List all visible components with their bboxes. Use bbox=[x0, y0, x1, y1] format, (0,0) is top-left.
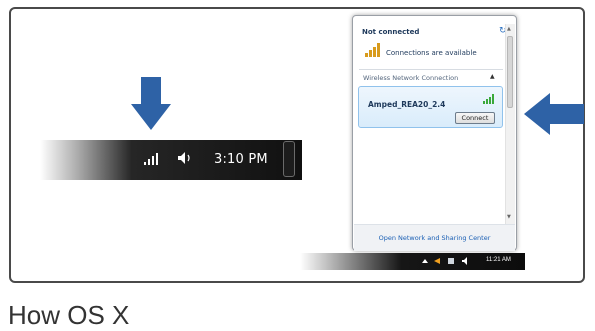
volume-icon[interactable] bbox=[462, 257, 467, 265]
network-flyout: Not connected ↻ Connections are availabl… bbox=[352, 15, 517, 251]
show-desktop-button[interactable] bbox=[283, 141, 295, 177]
network-sharing-center-link[interactable]: Open Network and Sharing Center bbox=[354, 234, 515, 242]
network-list-item[interactable]: Amped_REA20_2.4 Connect bbox=[358, 86, 503, 128]
scroll-down-icon[interactable]: ▼ bbox=[507, 214, 511, 220]
pointer-arrow-down-icon bbox=[131, 77, 171, 130]
divider bbox=[359, 69, 503, 70]
speaker-icon[interactable] bbox=[177, 151, 193, 165]
scrollbar[interactable]: ▲ ▼ bbox=[505, 24, 515, 224]
caption-heading: How OS X bbox=[8, 300, 130, 330]
network-ssid: Amped_REA20_2.4 bbox=[368, 100, 446, 109]
signal-strength-icon bbox=[483, 94, 494, 104]
pointer-arrow-left-icon bbox=[524, 93, 584, 135]
taskbar: 3:10 PM bbox=[40, 140, 302, 180]
flyout-footer: Open Network and Sharing Center bbox=[354, 224, 515, 251]
tray-icons bbox=[422, 257, 467, 265]
signal-bars-icon[interactable] bbox=[144, 151, 162, 165]
available-networks-icon bbox=[365, 43, 380, 57]
scroll-thumb[interactable] bbox=[507, 36, 513, 108]
taskbar-small: 11:21 AM bbox=[300, 253, 525, 270]
availability-text: Connections are available bbox=[386, 49, 477, 57]
section-label: Wireless Network Connection bbox=[363, 74, 459, 82]
connect-button[interactable]: Connect bbox=[455, 112, 495, 124]
network-icon[interactable] bbox=[448, 258, 454, 264]
tray-clock[interactable]: 11:21 AM bbox=[486, 257, 511, 263]
flag-icon[interactable] bbox=[434, 258, 440, 264]
connection-status-title: Not connected bbox=[362, 28, 420, 36]
collapse-caret-icon[interactable]: ▲ bbox=[490, 73, 495, 80]
show-hidden-icons-icon[interactable] bbox=[422, 259, 428, 263]
taskbar-clock[interactable]: 3:10 PM bbox=[214, 152, 268, 167]
scroll-up-icon[interactable]: ▲ bbox=[507, 26, 511, 32]
